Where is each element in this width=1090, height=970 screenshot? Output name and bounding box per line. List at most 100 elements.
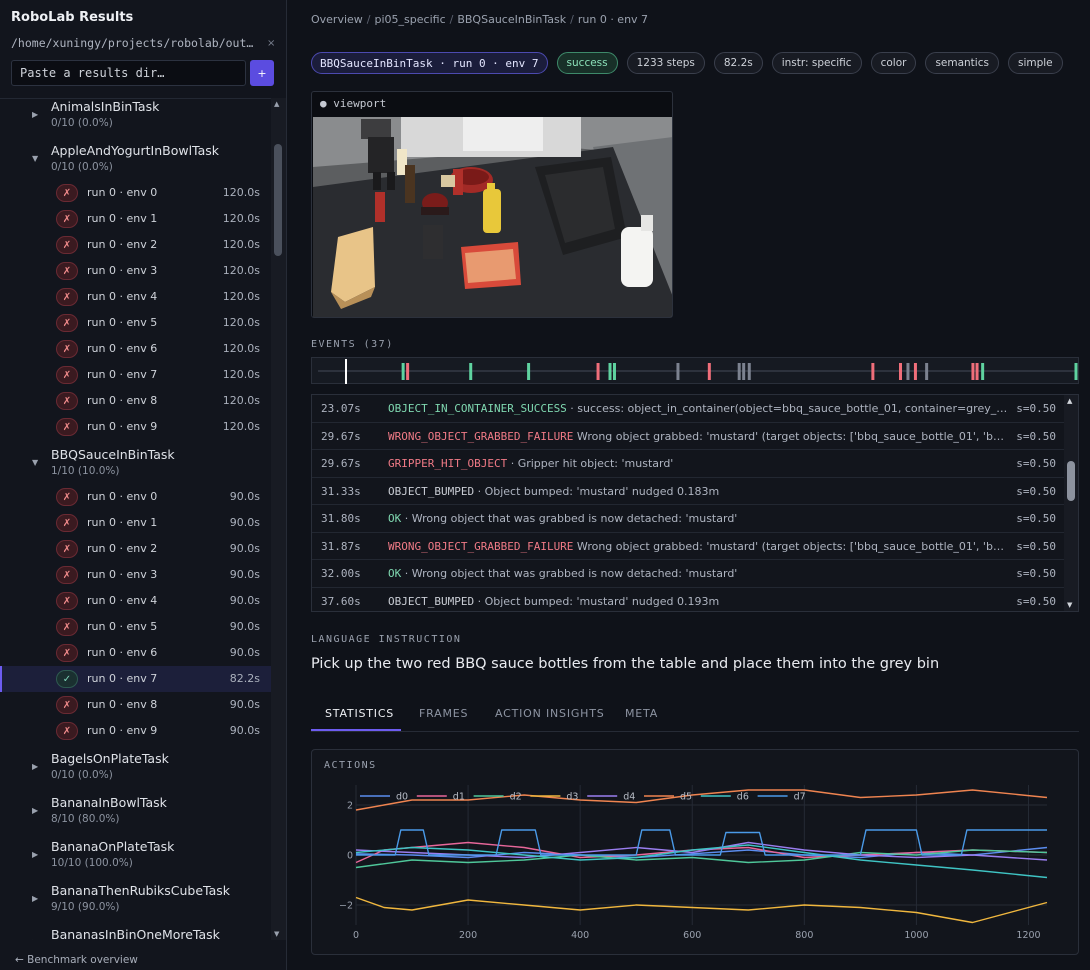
timeline-event-marker[interactable]: [676, 363, 680, 380]
breadcrumb-task[interactable]: BBQSauceInBinTask: [457, 13, 566, 26]
chevron-right-icon[interactable]: ▶: [32, 806, 38, 815]
run-item[interactable]: ✗ run 0 · env 4 120.0s: [0, 284, 271, 310]
chevron-down-icon[interactable]: ▼: [32, 154, 38, 163]
run-item[interactable]: ✗ run 0 · env 0 90.0s: [0, 484, 271, 510]
tab-statistics[interactable]: STATISTICS: [325, 707, 394, 720]
event-type: OK: [388, 567, 402, 580]
timeline-event-marker[interactable]: [406, 363, 410, 380]
scroll-thumb[interactable]: [274, 144, 282, 256]
tab-meta[interactable]: META: [625, 707, 658, 720]
timeline-event-marker[interactable]: [975, 363, 979, 380]
chevron-right-icon[interactable]: ▶: [32, 850, 38, 859]
timeline-event-marker[interactable]: [925, 363, 929, 380]
task-item[interactable]: ▶ AnimalsInBinTask 0/10 (0.0%): [0, 99, 271, 136]
timeline-event-marker[interactable]: [469, 363, 473, 380]
benchmark-overview-link[interactable]: ← Benchmark overview: [15, 954, 138, 966]
event-text: OBJECT_BUMPED · Object bumped: 'mustard'…: [388, 485, 1008, 498]
timeline-event-marker[interactable]: [401, 363, 405, 380]
add-dir-button[interactable]: +: [250, 60, 274, 86]
timeline-event-marker[interactable]: [707, 363, 711, 380]
task-name: BananaInBowlTask: [51, 795, 167, 810]
scroll-down-icon[interactable]: ▼: [274, 930, 279, 938]
event-row[interactable]: 31.80s OK · Wrong object that was grabbed…: [312, 505, 1078, 533]
run-item[interactable]: ✗ run 0 · env 1 120.0s: [0, 206, 271, 232]
run-label: run 0 · env 7: [87, 368, 158, 381]
event-message: · Object bumped: 'mustard' nudged 0.193m: [474, 594, 720, 608]
chevron-down-icon[interactable]: ▼: [32, 458, 38, 467]
run-item[interactable]: ✗ run 0 · env 2 90.0s: [0, 536, 271, 562]
run-item[interactable]: ✗ run 0 · env 7 120.0s: [0, 362, 271, 388]
events-list[interactable]: 23.07s OBJECT_IN_CONTAINER_SUCCESS · succ…: [311, 394, 1079, 612]
events-timeline[interactable]: [311, 357, 1079, 384]
events-scrollbar[interactable]: ▲ ▼: [1064, 395, 1078, 611]
event-row[interactable]: 32.00s OK · Wrong object that was grabbed…: [312, 560, 1078, 588]
task-item[interactable]: ▶ BananaInBowlTask 8/10 (80.0%): [0, 788, 271, 832]
results-dir-input[interactable]: [11, 60, 246, 86]
scroll-up-icon[interactable]: ▲: [1067, 397, 1072, 405]
run-item[interactable]: ✗ run 0 · env 4 90.0s: [0, 588, 271, 614]
task-item[interactable]: ▶ BananasInBinOneMoreTask: [0, 920, 271, 940]
timeline-event-marker[interactable]: [737, 363, 741, 380]
timeline-event-marker[interactable]: [913, 363, 917, 380]
scroll-up-icon[interactable]: ▲: [274, 100, 279, 108]
timeline-event-marker[interactable]: [981, 363, 985, 380]
chevron-right-icon[interactable]: ▶: [32, 938, 38, 940]
event-row[interactable]: 31.33s OBJECT_BUMPED · Object bumped: 'mu…: [312, 478, 1078, 505]
timeline-event-marker[interactable]: [971, 363, 975, 380]
task-item[interactable]: ▶ BananaOnPlateTask 10/10 (100.0%): [0, 832, 271, 876]
tab-frames[interactable]: FRAMES: [419, 707, 468, 720]
timeline-event-marker[interactable]: [1074, 363, 1078, 380]
cross-icon: ✗: [56, 236, 78, 254]
event-row[interactable]: 23.07s OBJECT_IN_CONTAINER_SUCCESS · succ…: [312, 395, 1078, 423]
timeline-event-marker[interactable]: [742, 363, 746, 380]
run-item[interactable]: ✗ run 0 · env 5 120.0s: [0, 310, 271, 336]
breadcrumb-overview[interactable]: Overview: [311, 13, 363, 26]
run-item[interactable]: ✗ run 0 · env 8 120.0s: [0, 388, 271, 414]
timeline-event-marker[interactable]: [527, 363, 531, 380]
app-title: RoboLab Results: [11, 10, 134, 25]
scroll-thumb[interactable]: [1067, 461, 1075, 501]
run-item[interactable]: ✗ run 0 · env 9 90.0s: [0, 718, 271, 744]
run-item[interactable]: ✗ run 0 · env 5 90.0s: [0, 614, 271, 640]
timeline-event-marker[interactable]: [596, 363, 600, 380]
timeline-event-marker[interactable]: [906, 363, 910, 380]
run-item[interactable]: ✓ run 0 · env 7 82.2s: [0, 666, 271, 692]
run-item[interactable]: ✗ run 0 · env 3 90.0s: [0, 562, 271, 588]
chevron-right-icon[interactable]: ▶: [32, 894, 38, 903]
task-item[interactable]: ▶ BananaThenRubiksCubeTask 9/10 (90.0%): [0, 876, 271, 920]
task-tree-scrollbar[interactable]: ▲ ▼: [271, 98, 286, 940]
run-item[interactable]: ✗ run 0 · env 6 120.0s: [0, 336, 271, 362]
event-row[interactable]: 29.67s GRIPPER_HIT_OBJECT · Gripper hit o…: [312, 450, 1078, 478]
timeline-event-marker[interactable]: [871, 363, 875, 380]
run-item[interactable]: ✗ run 0 · env 2 120.0s: [0, 232, 271, 258]
chevron-right-icon[interactable]: ▶: [32, 762, 38, 771]
breadcrumb-policy[interactable]: pi05_specific: [375, 13, 446, 26]
timeline-event-marker[interactable]: [608, 363, 612, 380]
chevron-right-icon[interactable]: ▶: [32, 110, 38, 119]
tag-chip: simple: [1007, 52, 1063, 74]
run-item[interactable]: ✗ run 0 · env 8 90.0s: [0, 692, 271, 718]
timeline-event-marker[interactable]: [612, 363, 616, 380]
event-message: · Wrong object that was grabbed is now d…: [401, 567, 738, 580]
run-item[interactable]: ✗ run 0 · env 3 120.0s: [0, 258, 271, 284]
event-message: Wrong object grabbed: 'mustard' (target …: [573, 429, 1008, 443]
run-item[interactable]: ✗ run 0 · env 1 90.0s: [0, 510, 271, 536]
event-row[interactable]: 37.60s OBJECT_BUMPED · Object bumped: 'mu…: [312, 588, 1078, 612]
task-item[interactable]: ▼ BBQSauceInBinTask 1/10 (10.0%): [0, 440, 271, 484]
clear-path-icon[interactable]: ×: [267, 38, 275, 49]
timeline-event-marker[interactable]: [899, 363, 903, 380]
run-item[interactable]: ✗ run 0 · env 6 90.0s: [0, 640, 271, 666]
x-tick-label: 200: [459, 930, 477, 941]
timeline-event-marker[interactable]: [747, 363, 751, 380]
timeline-cursor[interactable]: [345, 359, 348, 384]
cross-icon: ✗: [56, 566, 78, 584]
task-item[interactable]: ▼ AppleAndYogurtInBowlTask 0/10 (0.0%): [0, 136, 271, 180]
event-row[interactable]: 29.67s WRONG_OBJECT_GRABBED_FAILURE Wrong…: [312, 423, 1078, 450]
task-item[interactable]: ▶ BagelsOnPlateTask 0/10 (0.0%): [0, 744, 271, 788]
run-item[interactable]: ✗ run 0 · env 9 120.0s: [0, 414, 271, 440]
event-row[interactable]: 31.87s WRONG_OBJECT_GRABBED_FAILURE Wrong…: [312, 533, 1078, 560]
run-item[interactable]: ✗ run 0 · env 0 120.0s: [0, 180, 271, 206]
scroll-down-icon[interactable]: ▼: [1067, 601, 1072, 609]
tab-action-insights[interactable]: ACTION INSIGHTS: [495, 707, 605, 720]
x-tick-label: 600: [683, 930, 701, 941]
